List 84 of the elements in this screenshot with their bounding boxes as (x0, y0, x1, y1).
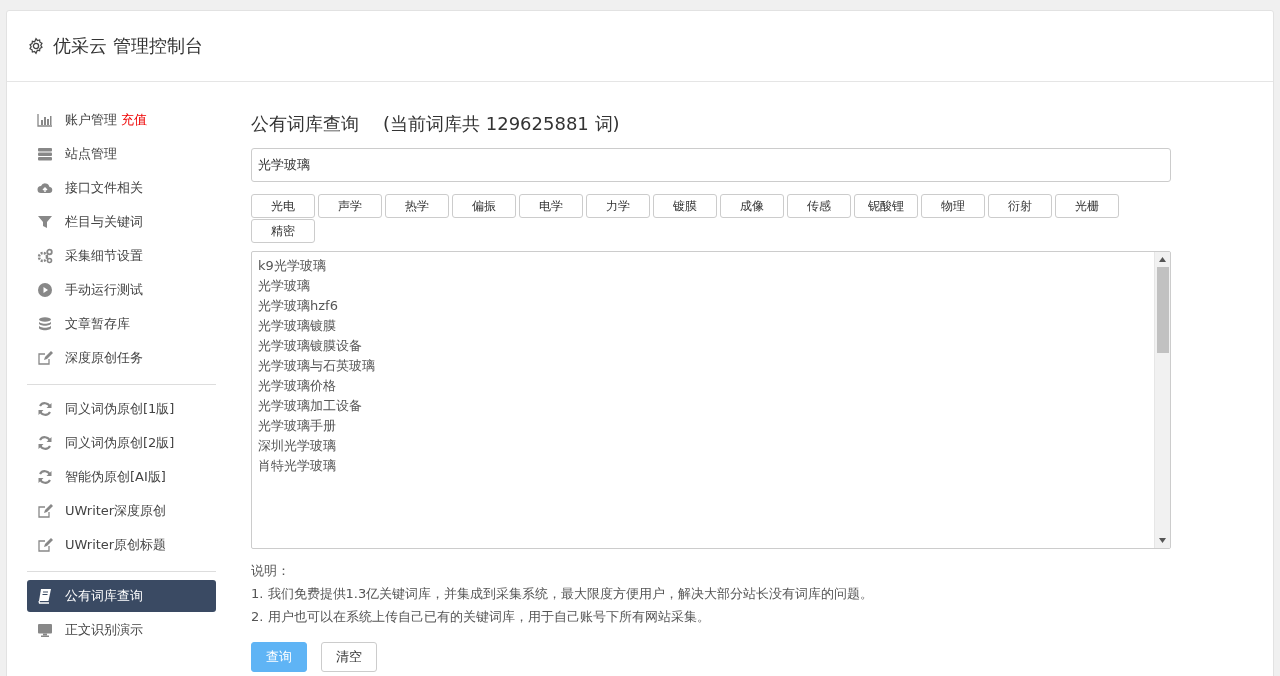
sidebar-label: 智能伪原创[AI版] (65, 468, 166, 486)
sidebar-item[interactable]: 手动运行测试 (27, 274, 216, 306)
page-title: 公有词库查询 (251, 112, 359, 136)
refresh-icon (37, 469, 53, 485)
sidebar-label: 同义词伪原创[2版] (65, 434, 175, 452)
tag-button[interactable]: 镀膜 (653, 194, 717, 218)
tag-button[interactable]: 热学 (385, 194, 449, 218)
sidebar-item[interactable]: UWriter深度原创 (27, 495, 216, 527)
sidebar-label: UWriter原创标题 (65, 536, 167, 554)
edit-icon (37, 350, 53, 366)
database-icon (37, 316, 53, 332)
word-count: (当前词库共 129625881 词) (383, 112, 620, 136)
result-item[interactable]: 光学玻璃加工设备 (258, 396, 1148, 416)
tag-button[interactable]: 声学 (318, 194, 382, 218)
book-icon (37, 588, 53, 604)
tag-button[interactable]: 精密 (251, 219, 315, 243)
edit-icon (37, 503, 53, 519)
edit-icon (37, 537, 53, 553)
note-text: 1. 我们免费提供1.3亿关键词库，并集成到采集系统，最大限度方便用户，解决大部分站长没有词库的问题。 (251, 585, 875, 603)
sidebar-label: 账户管理 (65, 111, 117, 129)
result-item[interactable]: 光学玻璃镀膜设备 (258, 336, 1148, 356)
scroll-down-icon[interactable] (1159, 538, 1166, 543)
clear-button[interactable]: 清空 (321, 642, 377, 672)
cloud-upload-icon (37, 180, 53, 196)
search-field[interactable]: 光学玻璃 (251, 148, 1171, 182)
scrollbar-thumb[interactable] (1156, 267, 1169, 353)
sidebar-item[interactable]: 公有词库查询 (27, 580, 216, 612)
sidebar-item[interactable]: 深度原创任务 (27, 342, 216, 374)
result-item[interactable]: 肖特光学玻璃 (258, 456, 1148, 476)
settings-icon (27, 37, 45, 55)
sidebar-item[interactable]: 栏目与关键词 (27, 206, 216, 238)
result-item[interactable]: 光学玻璃hzf6 (258, 296, 1148, 316)
sidebar-item[interactable]: 站点管理 (27, 138, 216, 170)
notes-title: 说明： (251, 562, 291, 580)
sidebar-item[interactable]: 账户管理 充值 (27, 104, 216, 136)
tag-button[interactable]: 偏振 (452, 194, 516, 218)
refresh-icon (37, 401, 53, 417)
note-text: 2. 用户也可以在系统上传自己已有的关键词库，用于自己账号下所有网站采集。 (251, 608, 711, 626)
monitor-icon (37, 622, 53, 638)
sidebar-label: 深度原创任务 (65, 349, 143, 367)
tag-button[interactable]: 力学 (586, 194, 650, 218)
sidebar-label: 接口文件相关 (65, 179, 143, 197)
sidebar-label: 手动运行测试 (65, 281, 143, 299)
result-item[interactable]: 深圳光学玻璃 (258, 436, 1148, 456)
sidebar-label: 栏目与关键词 (65, 213, 143, 231)
sidebar-item[interactable]: UWriter原创标题 (27, 529, 216, 561)
tag-button[interactable]: 电学 (519, 194, 583, 218)
sidebar-item[interactable]: 接口文件相关 (27, 172, 216, 204)
result-item[interactable]: 光学玻璃镀膜 (258, 316, 1148, 336)
sidebar-item[interactable]: 智能伪原创[AI版] (27, 461, 216, 493)
tag-button[interactable]: 传感 (787, 194, 851, 218)
recharge-link[interactable]: 充值 (121, 111, 147, 129)
sidebar-label: 公有词库查询 (65, 587, 143, 605)
sidebar-label: 正文识别演示 (65, 621, 143, 639)
sidebar-label: 采集细节设置 (65, 247, 143, 265)
sidebar-label: 同义词伪原创[1版] (65, 400, 175, 418)
result-item[interactable]: 光学玻璃与石英玻璃 (258, 356, 1148, 376)
sidebar-item[interactable]: 同义词伪原创[2版] (27, 427, 216, 459)
scrollbar[interactable] (1154, 252, 1170, 548)
sidebar-label: 站点管理 (65, 145, 117, 163)
sidebar-item[interactable]: 正文识别演示 (27, 614, 216, 646)
result-item[interactable]: 光学玻璃价格 (258, 376, 1148, 396)
tag-button[interactable]: 衍射 (988, 194, 1052, 218)
result-item[interactable]: 光学玻璃 (258, 276, 1148, 296)
result-item[interactable]: k9光学玻璃 (258, 256, 1148, 276)
tag-button[interactable]: 物理 (921, 194, 985, 218)
console-title: 优采云 管理控制台 (53, 34, 203, 58)
sidebar-label: UWriter深度原创 (65, 502, 167, 520)
tag-button[interactable]: 光电 (251, 194, 315, 218)
result-item[interactable]: 光学玻璃手册 (258, 416, 1148, 436)
sidebar-item[interactable]: 文章暂存库 (27, 308, 216, 340)
tag-button[interactable]: 成像 (720, 194, 784, 218)
sidebar-label: 文章暂存库 (65, 315, 130, 333)
server-icon (37, 146, 53, 162)
tag-button[interactable]: 光栅 (1055, 194, 1119, 218)
refresh-icon (37, 435, 53, 451)
sidebar-item[interactable]: 采集细节设置 (27, 240, 216, 272)
scroll-up-icon[interactable] (1159, 257, 1166, 262)
tag-button[interactable]: 铌酸锂 (854, 194, 918, 218)
play-icon (37, 282, 53, 298)
gears-icon (37, 248, 53, 264)
chart-icon (37, 112, 53, 128)
sidebar-item[interactable]: 同义词伪原创[1版] (27, 393, 216, 425)
filter-icon (37, 214, 53, 230)
